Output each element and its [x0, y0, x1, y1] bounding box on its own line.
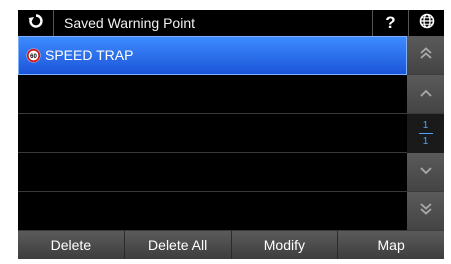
double-chevron-down-icon	[419, 202, 433, 221]
list-item-empty[interactable]	[18, 75, 407, 114]
chevron-down-icon	[419, 163, 433, 181]
help-icon: ?	[385, 13, 396, 32]
page-total: 1	[422, 136, 429, 147]
language-button[interactable]	[408, 10, 444, 36]
modify-button[interactable]: Modify	[232, 231, 339, 259]
screen: Saved Warning Point ? 60 SPEED TRAP 1 1 …	[0, 0, 451, 264]
page-title: Saved Warning Point	[64, 15, 195, 31]
warning-point-list: 60 SPEED TRAP	[18, 36, 407, 231]
help-button[interactable]: ?	[372, 10, 408, 36]
list-item-empty[interactable]	[18, 192, 407, 231]
list-item-empty[interactable]	[18, 153, 407, 192]
speed-limit-value: 60	[30, 54, 37, 60]
page-down-button[interactable]	[407, 192, 444, 231]
globe-icon	[419, 13, 435, 34]
list-item-empty[interactable]	[18, 114, 407, 153]
scroll-down-button[interactable]	[407, 153, 444, 192]
refresh-back-icon	[28, 13, 44, 34]
delete-button[interactable]: Delete	[18, 231, 125, 259]
scroll-up-button[interactable]	[407, 75, 444, 114]
scroll-bar: 1 1	[407, 36, 444, 231]
title-bar: Saved Warning Point ?	[18, 10, 444, 36]
chevron-up-icon	[419, 85, 433, 103]
action-bar: Delete Delete All Modify Map	[18, 231, 444, 259]
list-item[interactable]: 60 SPEED TRAP	[18, 36, 407, 75]
page-up-button[interactable]	[407, 36, 444, 75]
page-current: 1	[422, 120, 429, 131]
page-divider	[418, 133, 433, 134]
map-button[interactable]: Map	[338, 231, 444, 259]
speed-limit-60-icon: 60	[26, 48, 41, 63]
list-item-label: SPEED TRAP	[45, 47, 134, 63]
page-indicator: 1 1	[407, 114, 444, 153]
back-button[interactable]	[18, 10, 54, 36]
delete-all-button[interactable]: Delete All	[125, 231, 232, 259]
double-chevron-up-icon	[419, 46, 433, 65]
